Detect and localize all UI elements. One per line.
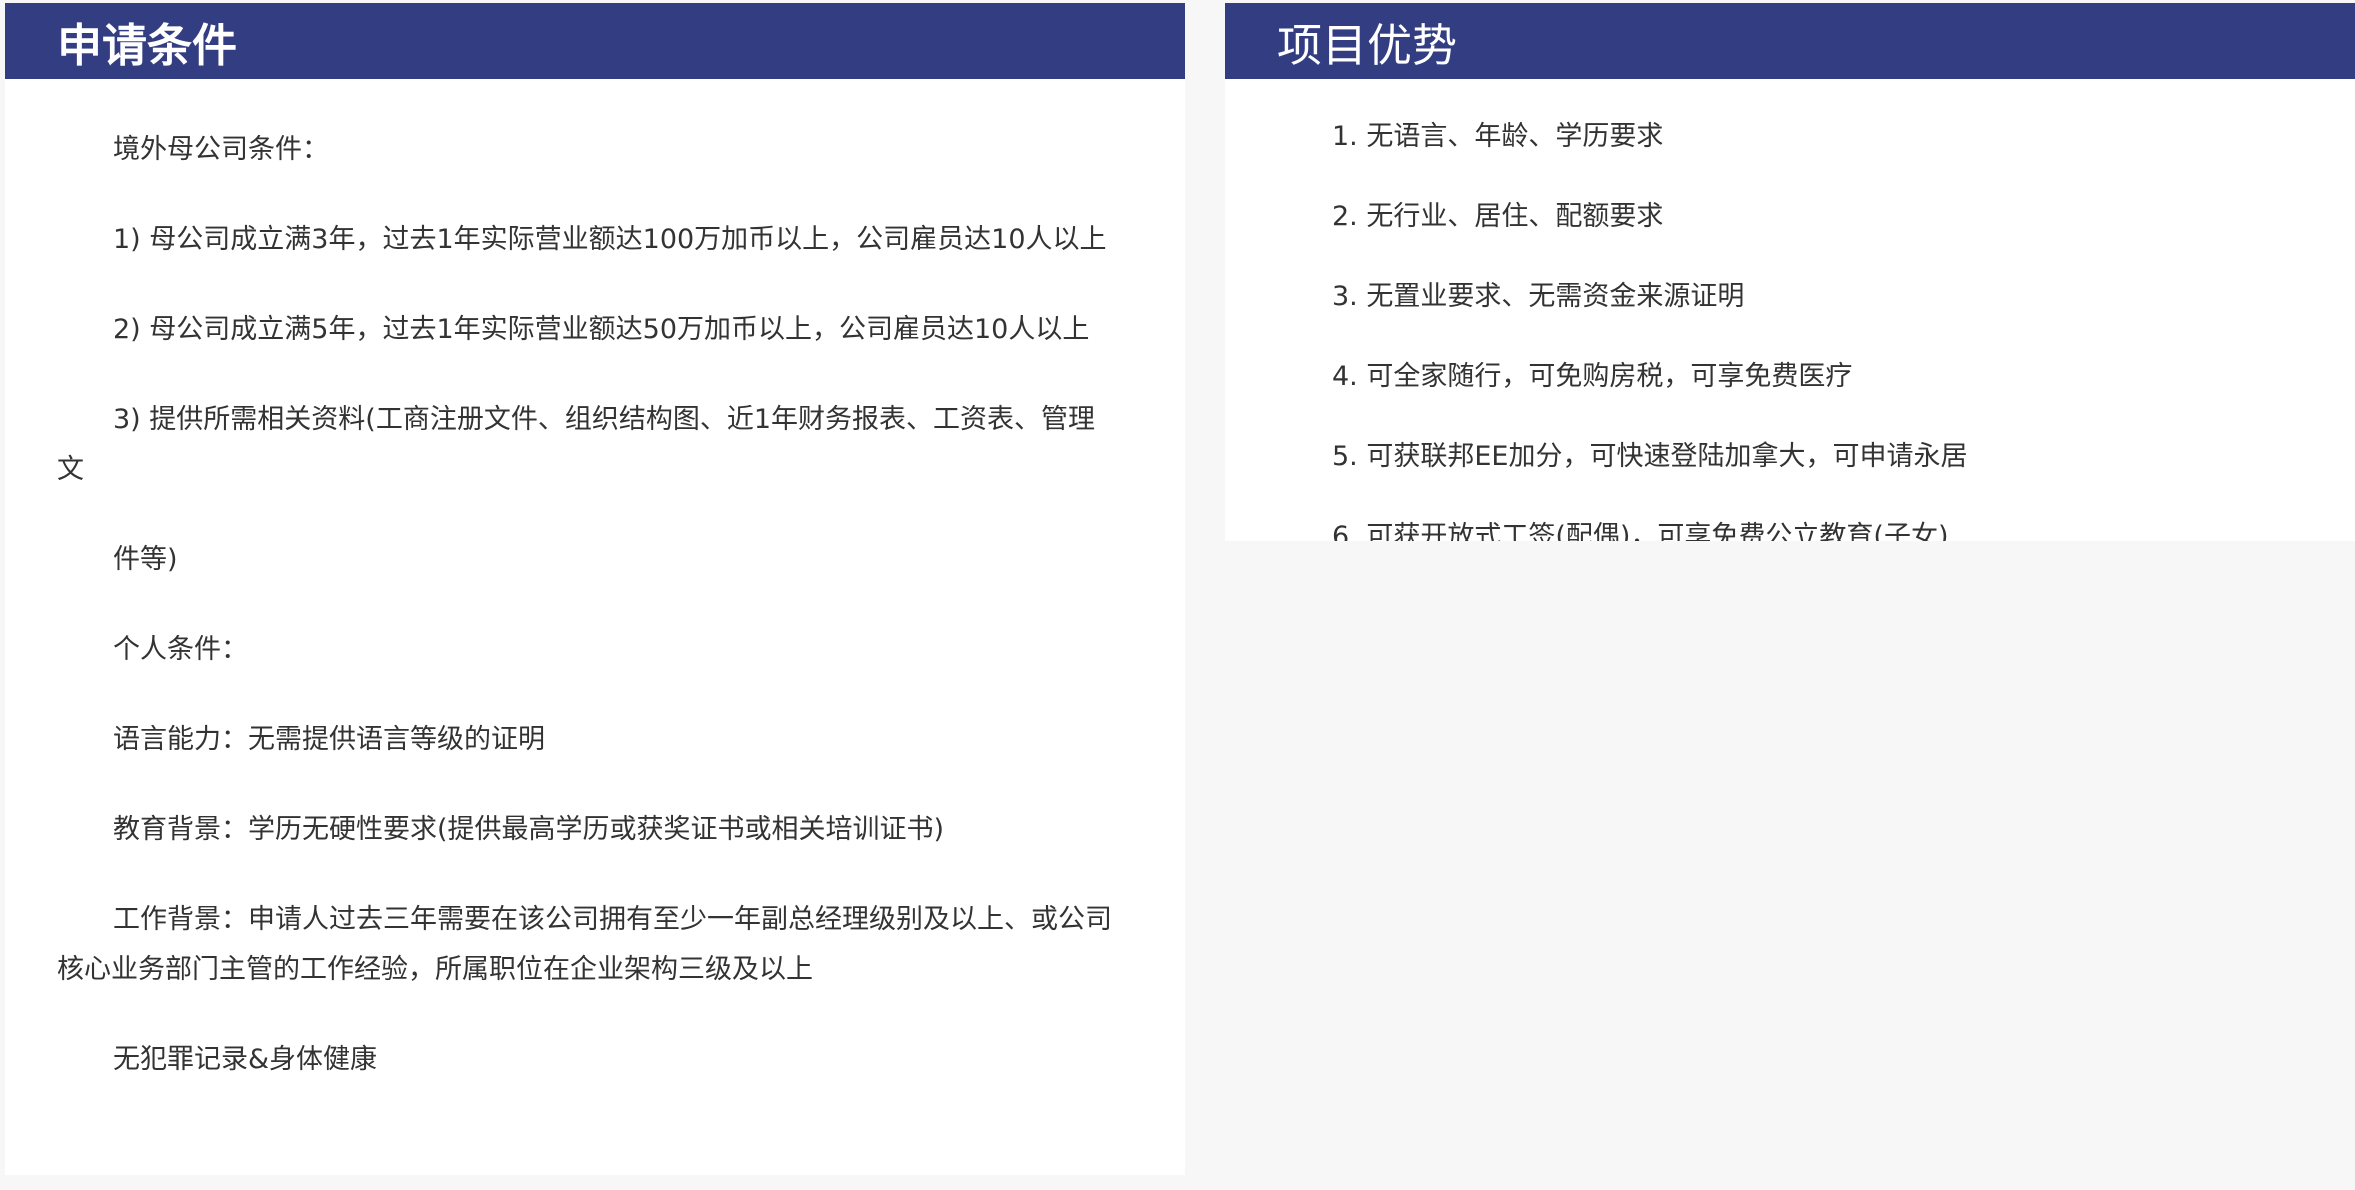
education-requirement: 教育背景：学历无硬性要求(提供最高学历或获奖证书或相关培训证书) [113,814,945,845]
condition-item-continued: 件等) [113,544,178,575]
condition-item: 3) 提供所需相关资料(工商注册文件、组织结构图、近1年财务报表、工资表、管理文 [57,404,1096,485]
project-advantages-list: 1. 无语言、年龄、学历要求 2. 无行业、居住、配额要求 3. 无置业要求、无… [1225,79,2355,541]
advantage-item: 6. 可获开放式工签(配偶)，可享免费公立教育(子女) [1332,521,1949,541]
parent-company-conditions-heading: 境外母公司条件： [113,134,329,165]
advantage-item: 5. 可获联邦EE加分，可快速登陆加拿大，可申请永居 [1332,441,1968,472]
application-conditions-panel: 申请条件 境外母公司条件： 1) 母公司成立满3年，过去1年实际营业额达100万… [5,3,1185,1175]
health-requirement: 无犯罪记录&身体健康 [113,1044,378,1075]
personal-conditions-heading: 个人条件： [113,634,248,665]
condition-item: 1) 母公司成立满3年，过去1年实际营业额达100万加币以上，公司雇员达10人以… [113,224,1107,255]
advantage-item: 3. 无置业要求、无需资金来源证明 [1332,281,1745,312]
advantage-item: 2. 无行业、居住、配额要求 [1332,201,1664,232]
project-advantages-header: 项目优势 [1225,3,2355,79]
language-requirement: 语言能力：无需提供语言等级的证明 [113,724,545,755]
application-conditions-header: 申请条件 [5,3,1185,79]
work-requirement: 工作背景：申请人过去三年需要在该公司拥有至少一年副总经理级别及以上、或公司核心业… [57,904,1112,985]
advantage-item: 1. 无语言、年龄、学历要求 [1332,121,1664,152]
advantage-item: 4. 可全家随行，可免购房税，可享免费医疗 [1332,361,1853,392]
condition-item: 2) 母公司成立满5年，过去1年实际营业额达50万加币以上，公司雇员达10人以上 [113,314,1090,345]
project-advantages-panel: 项目优势 1. 无语言、年龄、学历要求 2. 无行业、居住、配额要求 3. 无置… [1225,3,2355,541]
application-conditions-title: 申请条件 [57,18,238,72]
project-advantages-title: 项目优势 [1277,18,1458,72]
application-conditions-body: 境外母公司条件： 1) 母公司成立满3年，过去1年实际营业额达100万加币以上，… [5,79,1185,1085]
